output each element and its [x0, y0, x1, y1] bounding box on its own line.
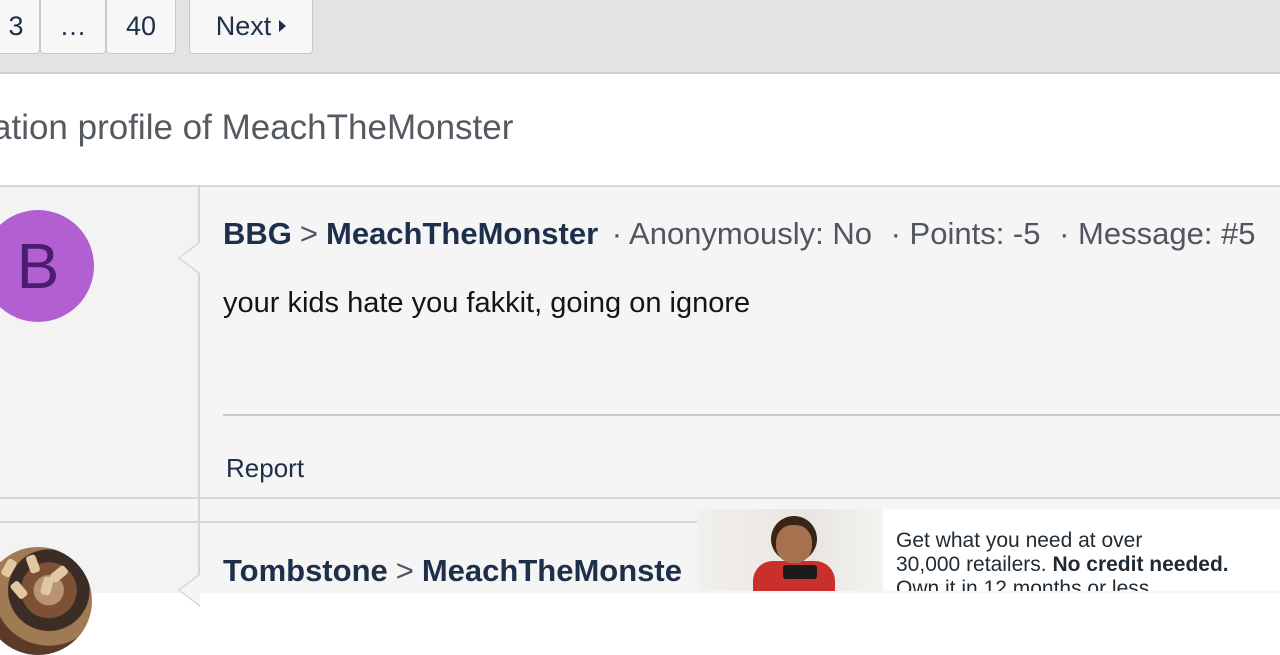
page-link-40[interactable]: 40: [106, 0, 176, 54]
ad-line-2-plain: 30,000 retailers.: [896, 553, 1047, 576]
ad-line-2-bold: No credit needed.: [1052, 553, 1229, 576]
ad-text: Get what you need at over 30,000 retaile…: [896, 529, 1229, 591]
points-value: · Points: -5: [890, 216, 1041, 251]
page-link-3[interactable]: 3: [0, 0, 40, 54]
page-title: ation profile of MeachTheMonster: [0, 108, 514, 147]
sender-username[interactable]: Tombstone: [223, 553, 388, 588]
message-user-column: [0, 523, 200, 655]
anonymously-status: · Anonymously: No: [611, 216, 872, 251]
report-link[interactable]: Report: [226, 453, 304, 484]
recipient-username[interactable]: MeachTheMonster: [326, 216, 598, 251]
message-number[interactable]: · Message: #5: [1059, 216, 1255, 251]
title-block: ation profile of MeachTheMonster: [0, 74, 1280, 187]
recipient-username[interactable]: MeachTheMonste: [422, 553, 682, 588]
avatar[interactable]: B: [0, 210, 94, 322]
ad-line-1: Get what you need at over: [896, 529, 1143, 552]
direction-arrow: >: [299, 216, 318, 251]
direction-arrow: >: [395, 553, 414, 588]
message-header: BBG > MeachTheMonster · Anonymously: No · …: [223, 216, 1261, 252]
next-page-label: Next: [215, 11, 272, 41]
caret-right-icon: [279, 19, 287, 32]
ad-image: [697, 509, 883, 591]
message-row: B BBG > MeachTheMonster · Anonymously: No …: [0, 187, 1280, 499]
message-user-column: B: [0, 187, 200, 497]
message-divider: [223, 414, 1280, 416]
page-ellipsis[interactable]: …: [40, 0, 106, 54]
sender-username[interactable]: BBG: [223, 216, 292, 251]
message-header: Tombstone > MeachTheMonste: [223, 553, 682, 589]
message-main: BBG > MeachTheMonster · Anonymously: No · …: [223, 187, 1280, 497]
column-divider: [198, 499, 200, 521]
pagination-bar: 3 … 40 Next: [0, 0, 1280, 74]
ad-line-2: 30,000 retailers. No credit needed.: [896, 553, 1229, 577]
next-page-button[interactable]: Next: [189, 0, 313, 54]
message-pointer: [178, 573, 200, 607]
ad-line-3: Own it in 12 months or less.: [896, 577, 1156, 591]
message-body: your kids hate you fakkit, going on igno…: [223, 287, 751, 319]
message-pointer: [178, 241, 200, 275]
advertisement-banner[interactable]: Get what you need at over 30,000 retaile…: [697, 509, 1280, 591]
avatar[interactable]: [0, 547, 92, 655]
